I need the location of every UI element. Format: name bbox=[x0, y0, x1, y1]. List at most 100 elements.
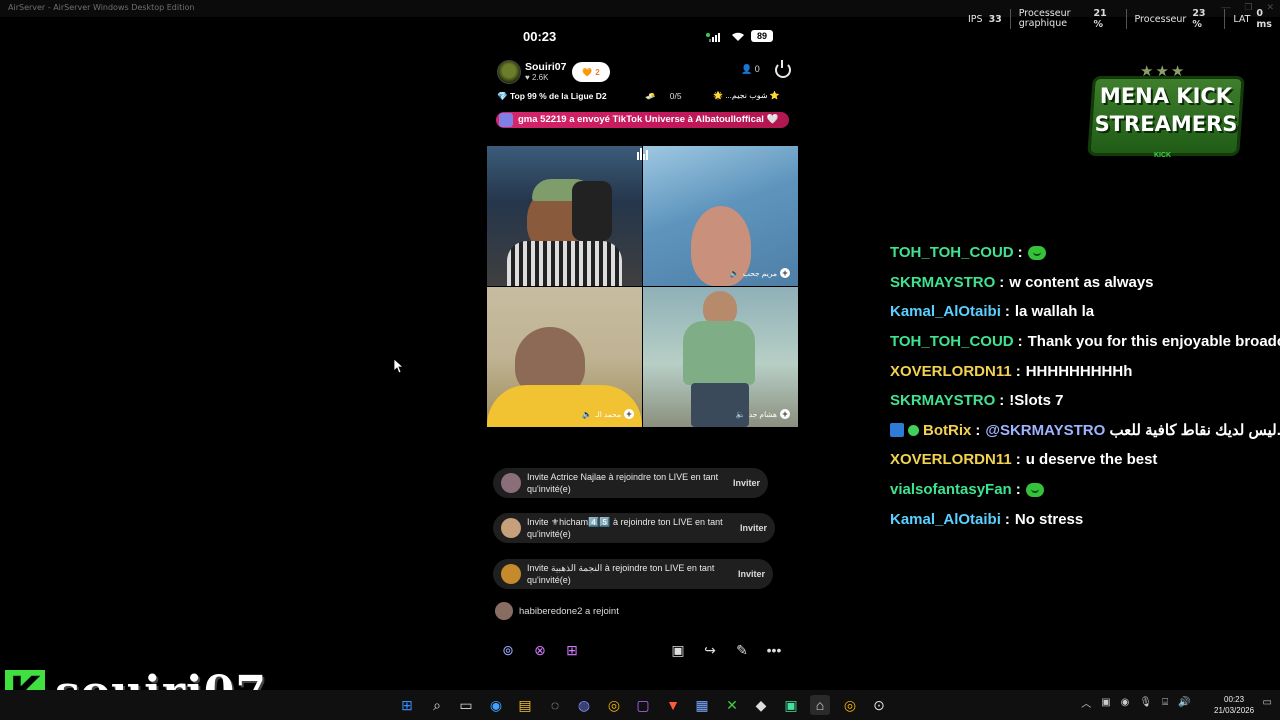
cpu-value: 23 % bbox=[1192, 8, 1206, 30]
chat-username[interactable]: TOH_TOH_COUD bbox=[890, 333, 1014, 350]
invite-button[interactable]: Inviter bbox=[738, 569, 765, 579]
guest-cam-2[interactable]: 🔈 مريم جحب + bbox=[643, 146, 798, 286]
multi-guest-icon[interactable]: ⊗ bbox=[529, 640, 551, 660]
invite-button[interactable]: Inviter bbox=[733, 478, 760, 488]
chat-message: XOVERLORDN11: HHHHHHHHHh bbox=[890, 356, 1280, 386]
chat-text: @SKRMAYSTRO ليس لديك نقاط كافية للعب. bbox=[985, 421, 1280, 439]
guest-cam-3[interactable]: 🔈 محمد الـ + bbox=[487, 287, 642, 427]
chat-username[interactable]: BotRix bbox=[923, 422, 971, 439]
file-explorer-icon[interactable]: ▤ bbox=[515, 695, 535, 715]
add-guest-icon[interactable]: + bbox=[780, 268, 790, 278]
more-icon[interactable]: ••• bbox=[763, 640, 785, 660]
chat-username[interactable]: SKRMAYSTRO bbox=[890, 392, 995, 409]
avatar bbox=[495, 602, 513, 620]
heart-button[interactable]: 🧡 2 bbox=[572, 62, 610, 82]
arabic-tag[interactable]: 🌟 ...شوب نجيم ⭐ bbox=[713, 91, 780, 100]
media-icon[interactable]: ▣ bbox=[667, 640, 689, 660]
invite-item: Invite النجمة الذهبية à rejoindre ton LI… bbox=[493, 559, 773, 589]
chat-message: SKRMAYSTRO: !Slots 7 bbox=[890, 386, 1280, 416]
phone-clock: 00:23 bbox=[523, 29, 557, 44]
obs-icon[interactable]: ◌ bbox=[545, 695, 565, 715]
phone-mirror: 00:23 89 Souiri07 ♥ 2.6K 🧡 2 👤 0 💎 Top 99… bbox=[487, 18, 798, 686]
start-icon[interactable]: ⊞ bbox=[397, 695, 417, 715]
viewer-count[interactable]: 👤 0 bbox=[741, 64, 760, 75]
chat-separator: : bbox=[999, 392, 1005, 410]
app-icon[interactable]: ◆ bbox=[751, 695, 771, 715]
invite-item: Invite ⚜hicham4️⃣5️⃣ à rejoindre ton LIV… bbox=[493, 513, 775, 543]
link-guest-icon[interactable]: ⊚ bbox=[497, 640, 519, 660]
taskbar-time: 00:23 bbox=[1224, 695, 1245, 704]
invite-text: Invite النجمة الذهبية à rejoindre ton LI… bbox=[527, 563, 715, 585]
app-icon[interactable]: ▣ bbox=[781, 695, 801, 715]
heart-icon: 🧡 bbox=[582, 67, 593, 77]
layout-icon[interactable] bbox=[637, 148, 649, 160]
chat-username[interactable]: vialsofantasyFan bbox=[890, 481, 1012, 498]
brave-icon[interactable]: ▼ bbox=[663, 695, 683, 715]
person-body bbox=[507, 241, 622, 286]
avatar bbox=[501, 473, 521, 493]
viewer-count-value: 0 bbox=[754, 64, 760, 74]
chat-username[interactable]: Kamal_AlOtaibi bbox=[890, 303, 1001, 320]
xbox-icon[interactable]: ✕ bbox=[722, 695, 742, 715]
magic-wand-icon[interactable]: ✎ bbox=[731, 640, 753, 660]
chrome-icon[interactable]: ◎ bbox=[604, 695, 624, 715]
chrome-icon[interactable]: ◎ bbox=[840, 695, 860, 715]
join-text: habiberedone2 a rejoint bbox=[519, 605, 619, 617]
ligue-badge[interactable]: 💎 Top 99 % de la Ligue D2 bbox=[497, 91, 607, 102]
star-icon: 🌟 bbox=[713, 91, 723, 100]
divider bbox=[1009, 9, 1011, 29]
notification-icon[interactable]: ▭ bbox=[1263, 697, 1272, 708]
mention[interactable]: @SKRMAYSTRO bbox=[985, 422, 1109, 439]
tray-app-icon[interactable]: ▣ bbox=[1101, 697, 1110, 708]
share-icon[interactable]: ↪ bbox=[699, 640, 721, 660]
power-icon[interactable] bbox=[775, 60, 791, 78]
airserver-icon[interactable]: ⌂ bbox=[810, 695, 830, 715]
app-icon[interactable]: ▦ bbox=[692, 695, 712, 715]
chat-username[interactable]: SKRMAYSTRO bbox=[890, 274, 995, 291]
chat-username[interactable]: XOVERLORDN11 bbox=[890, 451, 1012, 468]
mena-kick-logo: ★★★ MENA KICK STREAMERS KICK bbox=[1087, 62, 1245, 164]
multi-guest-grid: 🔈 مريم جحب + 🔈 محمد الـ + 🔈 هشام جد + bbox=[487, 146, 798, 428]
host-name[interactable]: Souiri07 bbox=[525, 61, 566, 73]
task-view-icon[interactable]: ▭ bbox=[456, 695, 476, 715]
score-counter[interactable]: 🧈 0/5 bbox=[645, 91, 682, 102]
mouse-cursor-icon bbox=[394, 359, 404, 374]
guest-cam-1[interactable] bbox=[487, 146, 642, 286]
discord-icon[interactable]: ◍ bbox=[574, 695, 594, 715]
add-guest-icon[interactable]: + bbox=[780, 409, 790, 419]
guest-cam-4[interactable]: 🔈 هشام جد + bbox=[643, 287, 798, 427]
microphone-icon[interactable]: 🎙 bbox=[1139, 697, 1152, 708]
chat-message: XOVERLORDN11: u deserve the best bbox=[890, 445, 1280, 475]
chat-username[interactable]: TOH_TOH_COUD bbox=[890, 244, 1014, 261]
wifi-icon bbox=[732, 32, 744, 41]
invite-button[interactable]: Inviter bbox=[740, 523, 767, 533]
chat-username[interactable]: XOVERLORDN11 bbox=[890, 363, 1012, 380]
chat-username[interactable]: Kamal_AlOtaibi bbox=[890, 511, 1001, 528]
twitch-icon[interactable]: ▢ bbox=[633, 695, 653, 715]
ligue-text: Top 99 % de la Ligue D2 bbox=[509, 91, 607, 101]
add-guest-icon[interactable]: + bbox=[624, 409, 634, 419]
user-icon: 👤 bbox=[741, 64, 753, 74]
taskbar-clock[interactable]: 00:23 21/03/2026 bbox=[1214, 694, 1254, 716]
latency-value: 0 ms bbox=[1256, 8, 1272, 30]
avatar bbox=[501, 564, 521, 584]
chat-text: u deserve the best bbox=[1025, 451, 1158, 469]
chevron-up-icon[interactable]: ︿ bbox=[1081, 695, 1091, 710]
chair bbox=[572, 181, 612, 241]
fps-value: 33 bbox=[988, 13, 1002, 25]
volume-icon[interactable]: 🔊 bbox=[1178, 697, 1190, 708]
host-avatar[interactable] bbox=[497, 60, 521, 84]
edge-icon[interactable]: ◉ bbox=[486, 695, 506, 715]
network-icon[interactable]: ⌸ bbox=[1162, 697, 1168, 708]
chat-message: vialsofantasyFan: bbox=[890, 475, 1280, 505]
tray-app-icon[interactable]: ◉ bbox=[1121, 697, 1130, 708]
taskbar-date: 21/03/2026 bbox=[1214, 706, 1255, 715]
apps-grid-icon[interactable]: ⊞ bbox=[561, 640, 583, 660]
chat-text: w content as always bbox=[1009, 273, 1154, 291]
app-icon[interactable]: ⊙ bbox=[869, 695, 889, 715]
emote-icon bbox=[1025, 482, 1044, 497]
divider bbox=[1125, 9, 1127, 29]
guest-label: 🔈 هشام جد + bbox=[736, 409, 790, 419]
chat-separator: : bbox=[1004, 303, 1010, 321]
search-icon[interactable]: ⌕ bbox=[427, 695, 447, 715]
